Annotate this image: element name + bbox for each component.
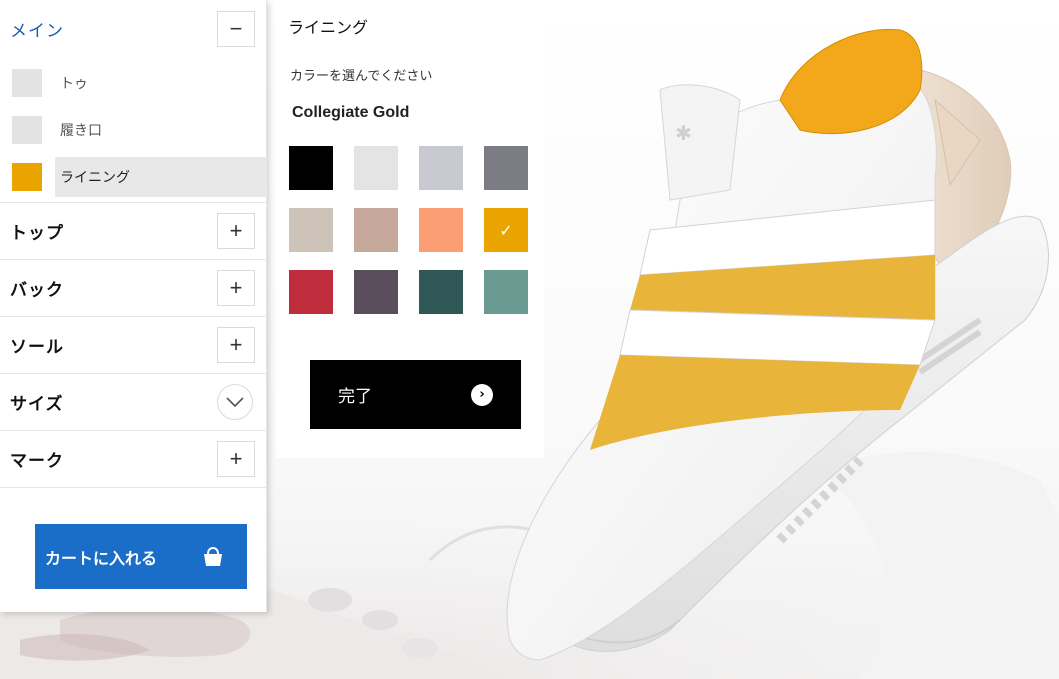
expand-button[interactable]: + [217, 270, 255, 306]
section-main-title: メイン [10, 21, 64, 42]
done-button[interactable]: 完了 › [310, 360, 521, 429]
section-title: マーク [10, 451, 64, 472]
section-title: トップ [10, 223, 64, 244]
color-swatch[interactable] [289, 270, 333, 314]
color-swatch[interactable] [354, 146, 398, 190]
color-swatch[interactable] [289, 208, 333, 252]
section-title: サイズ [10, 394, 64, 415]
arrow-right-circle-icon: › [471, 383, 493, 406]
color-swatch[interactable] [354, 270, 398, 314]
main-part-list: トゥ 履き口 ライニング [0, 58, 267, 203]
color-swatch[interactable] [419, 208, 463, 252]
minus-icon: − [229, 16, 243, 41]
color-swatch[interactable] [419, 270, 463, 314]
color-swatch[interactable] [419, 146, 463, 190]
collapse-button[interactable]: − [217, 11, 255, 47]
color-swatch[interactable] [484, 146, 528, 190]
plus-icon: + [229, 218, 243, 243]
section-main[interactable]: メイン − [0, 0, 266, 58]
color-swatch[interactable] [484, 270, 528, 314]
part-item-lining[interactable]: ライニング [0, 157, 267, 197]
color-picker-panel: ライニング カラーを選んでください Collegiate Gold ✓ 完了 › [276, 0, 544, 458]
section-sole[interactable]: ソール + [0, 317, 266, 374]
expand-button[interactable]: + [217, 441, 255, 477]
expand-button[interactable]: + [217, 213, 255, 249]
part-item-collar[interactable]: 履き口 [0, 110, 267, 150]
part-color-chip [12, 69, 42, 97]
plus-icon: + [229, 446, 243, 471]
shopping-bag-icon [204, 546, 222, 566]
color-swatch[interactable] [354, 208, 398, 252]
section-top[interactable]: トップ + [0, 203, 266, 260]
section-size[interactable]: サイズ [0, 374, 266, 431]
part-item-toe[interactable]: トゥ [0, 63, 267, 103]
part-item-label: ライニング [60, 170, 130, 186]
part-color-chip [12, 163, 42, 191]
part-color-chip [12, 116, 42, 144]
add-to-cart-button[interactable]: カートに入れる [35, 524, 247, 589]
selected-color-name: Collegiate Gold [292, 104, 410, 121]
plus-icon: + [229, 332, 243, 357]
section-back[interactable]: バック + [0, 260, 266, 317]
section-title: ソール [10, 337, 64, 358]
color-swatch-selected[interactable]: ✓ [484, 208, 528, 252]
customization-sidebar: メイン − トゥ 履き口 ライニング トップ + バック + ソール + サイズ… [0, 0, 267, 612]
part-item-label: 履き口 [60, 123, 102, 139]
panel-title: ライニング [288, 18, 369, 37]
expand-button[interactable]: + [217, 327, 255, 363]
add-to-cart-label: カートに入れる [45, 548, 158, 568]
color-prompt: カラーを選んでください [290, 69, 433, 84]
checkmark-icon: ✓ [499, 220, 513, 240]
color-swatch[interactable] [289, 146, 333, 190]
section-mark[interactable]: マーク + [0, 431, 266, 488]
chevron-down-icon [226, 397, 244, 408]
plus-icon: + [229, 275, 243, 300]
section-title: バック [10, 280, 64, 301]
part-item-label: トゥ [60, 76, 88, 92]
shoe-preview-image: ✱ [506, 28, 1049, 661]
svg-text:✱: ✱ [675, 121, 692, 145]
size-dropdown-button[interactable] [217, 384, 253, 420]
done-label: 完了 [338, 387, 372, 407]
